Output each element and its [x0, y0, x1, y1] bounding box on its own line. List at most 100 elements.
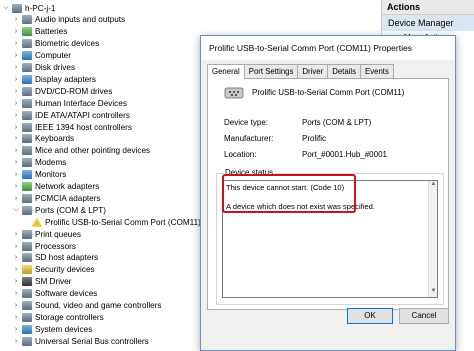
tree-item[interactable]: › Biometric devices	[12, 38, 99, 50]
tree-item[interactable]: › Processors	[12, 240, 76, 252]
tree-item-label: Software devices	[35, 289, 98, 299]
tree-item[interactable]: › Computer	[12, 50, 71, 62]
tree-item[interactable]: › Security devices	[12, 264, 95, 276]
chevron-right-icon[interactable]: ›	[12, 314, 20, 321]
chevron-right-icon[interactable]: ›	[12, 243, 20, 250]
chevron-down-icon[interactable]: ⌵	[12, 206, 20, 214]
tree-item[interactable]: › Modems	[12, 157, 66, 169]
disk-icon	[22, 63, 32, 72]
tree-item[interactable]: › Display adapters	[12, 73, 96, 85]
chevron-right-icon[interactable]: ›	[12, 124, 20, 131]
device-status-textbox[interactable]: This device cannot start. (Code 10) A de…	[222, 180, 438, 298]
tree-item[interactable]: › DVD/CD-ROM drives	[12, 85, 112, 97]
tab-driver[interactable]: Driver	[297, 64, 329, 78]
chevron-right-icon[interactable]: ›	[12, 171, 20, 178]
tree-item[interactable]: ⌵ h-PC-j-1	[2, 2, 55, 14]
tree-item[interactable]: › Software devices	[12, 288, 97, 300]
chevron-right-icon[interactable]: ›	[12, 16, 20, 23]
tree-item[interactable]: Prolific USB-to-Serial Comm Port (COM11)	[22, 216, 201, 228]
tree-item-label: Prolific USB-to-Serial Comm Port (COM11)	[45, 217, 201, 227]
scroll-down-icon[interactable]: ▼	[429, 288, 438, 297]
chevron-right-icon[interactable]: ›	[12, 278, 20, 285]
chevron-right-icon[interactable]: ›	[12, 290, 20, 297]
chevron-right-icon[interactable]: ›	[12, 52, 20, 59]
tree-item[interactable]: › Universal Serial Bus controllers	[12, 335, 149, 347]
chevron-right-icon[interactable]: ›	[12, 183, 20, 190]
chevron-right-icon[interactable]: ›	[12, 135, 20, 142]
chevron-right-icon[interactable]: ›	[12, 28, 20, 35]
chevron-right-icon[interactable]: ›	[12, 64, 20, 71]
tree-item-label: Audio inputs and outputs	[35, 15, 126, 25]
keyboard-icon	[22, 134, 32, 144]
tab-port-settings[interactable]: Port Settings	[243, 64, 299, 78]
tree-item[interactable]: › Batteries	[12, 26, 67, 38]
chevron-right-icon[interactable]: ›	[12, 76, 20, 83]
chevron-right-icon[interactable]: ›	[12, 266, 20, 273]
tree-item-label: SM Driver	[35, 277, 72, 287]
ok-button[interactable]: OK	[347, 308, 393, 324]
tree-item-label: Print queues	[35, 229, 81, 239]
tree-item-label: DVD/CD-ROM drives	[35, 86, 113, 96]
fingerprint-icon	[22, 39, 32, 49]
tab-events[interactable]: Events	[360, 64, 394, 78]
status-line-code: This device cannot start. (Code 10)	[226, 183, 345, 192]
software-icon	[22, 289, 32, 299]
storage-icon	[22, 312, 32, 322]
tree-item[interactable]: › IDE ATA/ATAPI controllers	[12, 109, 130, 121]
tab-details[interactable]: Details	[327, 64, 362, 78]
chevron-right-icon[interactable]: ›	[12, 147, 20, 154]
chevron-right-icon[interactable]: ›	[12, 195, 20, 202]
tree-item[interactable]: › Print queues	[12, 228, 81, 240]
tree-item[interactable]: › System devices	[12, 323, 92, 335]
chevron-right-icon[interactable]: ›	[12, 112, 20, 119]
tree-item[interactable]: › Mice and other pointing devices	[12, 145, 150, 157]
tree-item-label: Universal Serial Bus controllers	[35, 336, 149, 346]
chevron-right-icon[interactable]: ›	[12, 338, 20, 345]
system-icon	[22, 324, 32, 334]
tree-item[interactable]: › Keyboards	[12, 133, 74, 145]
tree-item[interactable]: › Disk drives	[12, 62, 75, 74]
status-scrollbar[interactable]: ▲ ▼	[428, 181, 437, 297]
ide-icon	[22, 110, 32, 120]
chevron-right-icon[interactable]: ›	[12, 40, 20, 47]
tree-item[interactable]: › Network adapters	[12, 181, 99, 193]
tree-item-label: Display adapters	[35, 74, 96, 84]
port-icon	[22, 205, 32, 215]
device-type-value: Ports (COM & LPT)	[302, 118, 372, 127]
tree-item[interactable]: › IEEE 1394 host controllers	[12, 121, 132, 133]
dialog-title: Prolific USB-to-Serial Comm Port (COM11)…	[209, 43, 412, 53]
tree-item[interactable]: › PCMCIA adapters	[12, 192, 101, 204]
tree-item[interactable]: › Monitors	[12, 169, 66, 181]
chevron-right-icon[interactable]: ›	[12, 302, 20, 309]
tree-item[interactable]: ⌵ Ports (COM & LPT)	[12, 204, 106, 216]
actions-device-manager[interactable]: Device Manager	[382, 15, 474, 31]
chevron-right-icon[interactable]: ›	[12, 88, 20, 95]
tab-general[interactable]: General	[207, 64, 245, 79]
modem-icon	[22, 158, 32, 168]
chevron-right-icon[interactable]: ›	[12, 159, 20, 166]
tree-item[interactable]: › SM Driver	[12, 276, 71, 288]
tree-item[interactable]: › Human Interface Devices	[12, 97, 127, 109]
chevron-right-icon[interactable]: ›	[12, 231, 20, 238]
tree-item[interactable]: › Sound, video and game controllers	[12, 300, 162, 312]
device-tree[interactable]: ⌵ h-PC-j-1 › Audio inputs and outputs › Batte…	[0, 0, 201, 351]
warning-port-icon	[32, 217, 42, 227]
tree-item-label: PCMCIA adapters	[35, 193, 101, 203]
dialog-titlebar[interactable]: Prolific USB-to-Serial Comm Port (COM11)…	[201, 36, 455, 60]
network-icon	[22, 182, 32, 191]
chevron-down-icon[interactable]: ⌵	[2, 4, 10, 12]
tree-item-label: IEEE 1394 host controllers	[35, 122, 132, 132]
tree-item-label: Disk drives	[35, 63, 76, 72]
tree-item-label: Processors	[35, 241, 76, 251]
chevron-right-icon[interactable]: ›	[12, 254, 20, 261]
chevron-right-icon[interactable]: ›	[12, 326, 20, 333]
security-icon	[22, 265, 32, 275]
device-status-title: Device status	[223, 168, 276, 177]
scroll-up-icon[interactable]: ▲	[429, 181, 438, 190]
speaker-icon	[22, 15, 32, 25]
tree-item[interactable]: › Audio inputs and outputs	[12, 14, 125, 26]
chevron-right-icon[interactable]: ›	[12, 100, 20, 107]
tree-item[interactable]: › Storage controllers	[12, 311, 104, 323]
tree-item[interactable]: › SD host adapters	[12, 252, 98, 264]
cancel-button[interactable]: Cancel	[399, 308, 449, 324]
